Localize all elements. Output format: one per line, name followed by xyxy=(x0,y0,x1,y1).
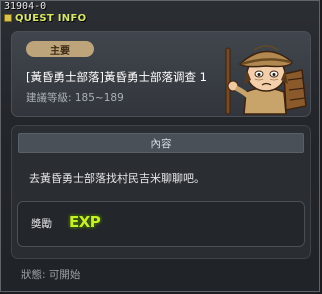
quest-info-window: 31904-0 QUEST INFO 主要 [黃昏勇士部落]黃昏勇士部落调查 1… xyxy=(0,0,320,292)
quest-summary-panel: 主要 [黃昏勇士部落]黃昏勇士部落调查 1 建議等級: 185~189 xyxy=(11,31,311,117)
quest-description: 去黃昏勇士部落找村民吉米聊聊吧。 xyxy=(29,172,205,185)
quest-status: 狀態: 可開始 xyxy=(21,269,81,281)
quest-name: [黃昏勇士部落]黃昏勇士部落调查 1 xyxy=(26,70,207,84)
reward-box: 獎勵 EXP xyxy=(17,201,305,247)
recommended-level: 建議等級: 185~189 xyxy=(26,92,124,104)
window-title-bar[interactable]: QUEST INFO xyxy=(4,11,86,25)
reward-label: 獎勵 xyxy=(31,218,52,230)
content-header: 內容 xyxy=(18,133,304,153)
exp-reward-icon[interactable]: EXP xyxy=(69,213,101,231)
window-title: QUEST INFO xyxy=(15,12,87,24)
npc-villager-portrait xyxy=(225,45,307,115)
quest-book-icon xyxy=(4,14,12,22)
quest-content-panel: 內容 去黃昏勇士部落找村民吉米聊聊吧。 獎勵 EXP xyxy=(11,125,311,259)
quest-type-tag: 主要 xyxy=(26,41,94,57)
